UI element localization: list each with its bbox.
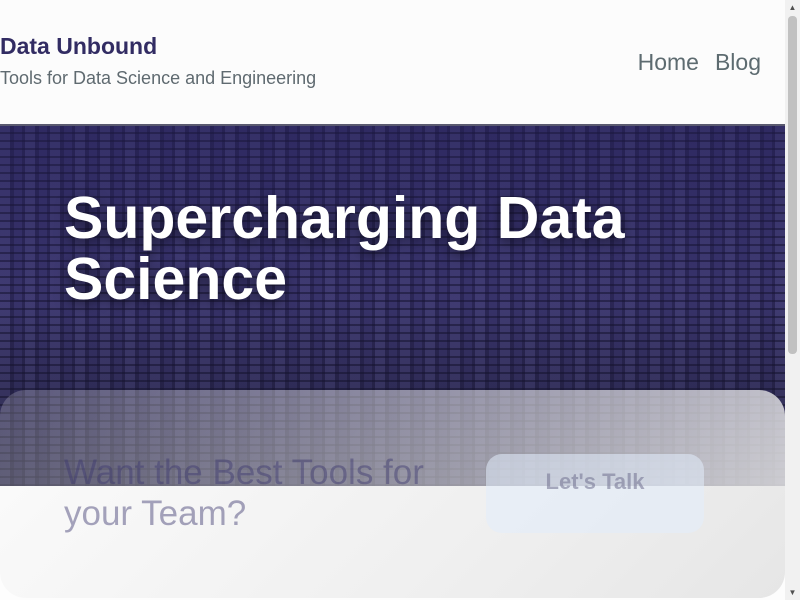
brand-title[interactable]: Data Unbound	[0, 33, 157, 60]
main-nav: Home Blog	[638, 49, 761, 76]
hero-title: Supercharging Data Science	[64, 185, 625, 312]
page-viewport: Data Unbound Tools for Data Science and …	[0, 0, 785, 600]
scroll-down-arrow-icon[interactable]: ▼	[785, 585, 800, 600]
lets-talk-button-label: Let's Talk	[545, 469, 645, 494]
brand-tagline: Tools for Data Science and Engineering	[0, 68, 317, 88]
lets-talk-button[interactable]: Let's Talk	[486, 454, 704, 533]
scroll-up-arrow-icon[interactable]: ▲	[785, 0, 800, 15]
site-header: Data Unbound Tools for Data Science and …	[0, 0, 785, 126]
scrollbar-thumb[interactable]	[788, 16, 797, 354]
nav-link-home[interactable]: Home	[638, 49, 699, 76]
nav-link-blog[interactable]: Blog	[715, 49, 761, 76]
cta-card: Want the Best Tools for your Team? Let's…	[0, 390, 785, 598]
cta-heading: Want the Best Tools for your Team?	[64, 453, 424, 533]
vertical-scrollbar[interactable]: ▲ ▼	[785, 0, 800, 600]
